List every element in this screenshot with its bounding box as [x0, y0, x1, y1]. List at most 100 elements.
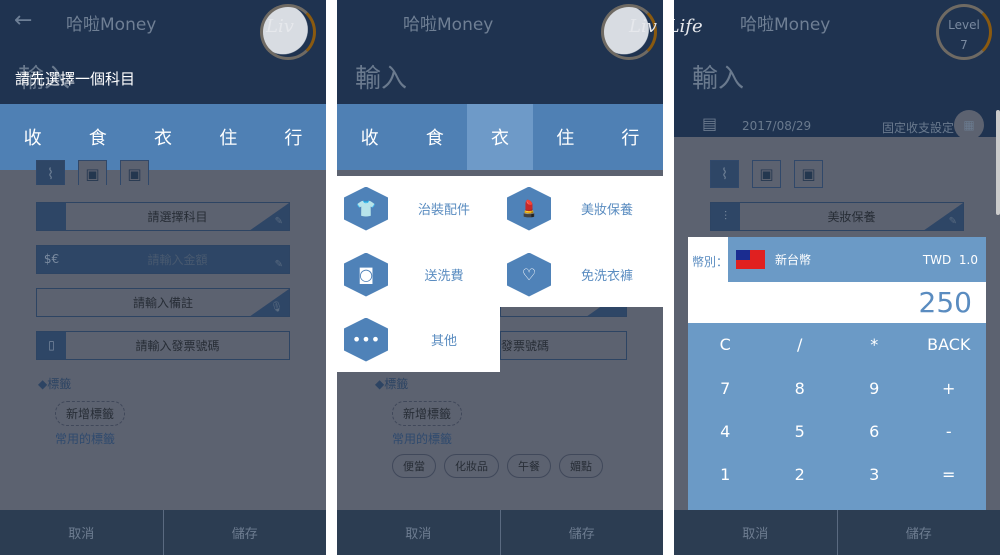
key-button[interactable]: 1 — [688, 453, 763, 496]
arrow-left-icon[interactable]: ← — [14, 8, 32, 33]
key-button[interactable]: 6 — [837, 410, 912, 453]
photo-icon[interactable]: ▣ — [752, 160, 781, 188]
taiwan-flag-icon — [736, 250, 765, 269]
subcategory-label: 其他 — [430, 334, 457, 349]
photo-icon[interactable]: ▣ — [120, 160, 149, 185]
save-button[interactable]: 儲存 — [499, 510, 664, 555]
common-tags: 便當 化妝品 午餐 媚點 — [392, 454, 603, 478]
tag-chip[interactable]: 午餐 — [507, 454, 551, 478]
key-button[interactable]: BACK — [912, 323, 987, 366]
shirt-icon: 👕 — [344, 186, 388, 231]
subcategory-item[interactable]: ••• 其他 — [337, 307, 500, 372]
key-button[interactable]: 7 — [688, 366, 763, 409]
logo-text: and Life — [674, 16, 703, 37]
logo-text: Liv and Life — [629, 16, 663, 37]
receipt-icon: ▯ — [37, 332, 66, 359]
tags-label: ◆標籤 — [375, 375, 408, 392]
key-button[interactable]: 5 — [763, 410, 838, 453]
cancel-button[interactable]: 取消 — [337, 510, 500, 555]
category-tab[interactable]: 食 — [402, 104, 467, 170]
key-button[interactable]: 3 — [837, 453, 912, 496]
microphone-icon[interactable]: 🎙 — [270, 302, 283, 313]
note-field[interactable]: 請輸入備註 🎙 — [36, 288, 290, 317]
header: and Life 哈啦Money Level 7 輸入 ▤ 2017/08/29 … — [674, 0, 1000, 140]
cancel-button[interactable]: 取消 — [674, 510, 837, 555]
amount-placeholder: 請輸入金額 — [147, 253, 208, 267]
calculator-dialog: 幣別： 新台幣 TWD 1.0 250 C/*BACK789+456-123=0… — [688, 237, 986, 540]
subcategory-label: 免洗衣褲 — [580, 269, 633, 284]
currency-label: 幣別： — [692, 255, 729, 269]
key-button[interactable]: - — [912, 410, 987, 453]
tag-chip[interactable]: 媚點 — [559, 454, 603, 478]
bottom-bar: 取消 儲存 — [337, 510, 663, 555]
category-tab[interactable]: 住 — [533, 104, 598, 170]
key-button[interactable]: = — [912, 453, 987, 496]
currency-selector[interactable]: 新台幣 TWD 1.0 — [728, 237, 986, 282]
calendar-settings-icon[interactable]: ▦ — [954, 110, 984, 140]
subcategory-item[interactable]: 💄 美妝保養 — [500, 176, 663, 241]
currency-row: 幣別： 新台幣 TWD 1.0 — [688, 237, 986, 282]
photo-icon[interactable]: ▣ — [794, 160, 823, 188]
tag-icon: ◆ — [38, 377, 48, 391]
bottom-bar: 取消 儲存 — [674, 510, 1000, 555]
category-bar: 收 食 衣 住 行 — [337, 104, 663, 170]
photo-icon[interactable]: ▣ — [78, 160, 107, 185]
category-tab[interactable]: 住 — [196, 104, 261, 170]
cancel-button[interactable]: 取消 — [0, 510, 163, 555]
toast-message: 請先選擇一個科目 — [15, 70, 136, 88]
key-button[interactable]: * — [837, 323, 912, 366]
amount-display: 250 — [918, 286, 972, 319]
screen-subcategory-picker: 哈啦Money Liv and Life 輸入 收 食 衣 住 行 發票號碼 👕… — [337, 0, 663, 555]
new-tag-input[interactable]: 新增標籤 — [392, 401, 463, 426]
common-tags-label: 常用的標籤 — [392, 432, 453, 446]
tag-icon: ◆ — [375, 377, 385, 391]
currency-name: 新台幣 — [775, 253, 812, 267]
subcategory-item[interactable]: ◙ 送洗費 — [337, 242, 500, 307]
category-tab[interactable]: 行 — [261, 104, 326, 170]
page-title: 輸入 — [692, 64, 745, 94]
calendar-icon[interactable]: ▤ — [702, 114, 717, 133]
tags-label-text: 標籤 — [47, 377, 72, 391]
key-button[interactable]: 4 — [688, 410, 763, 453]
level-badge[interactable]: Level 7 — [936, 4, 992, 60]
paperclip-icon[interactable]: ⌇ — [36, 160, 65, 185]
subcategory-item[interactable]: 👕 治裝配件 — [337, 176, 500, 241]
invoice-field[interactable]: ▯ 請輸入發票號碼 — [36, 331, 290, 360]
common-tags-label: 常用的標籤 — [55, 432, 116, 446]
subject-field[interactable]: ⫶ 美妝保養 ✎ — [710, 202, 964, 231]
tag-chip[interactable]: 便當 — [392, 454, 436, 478]
key-button[interactable]: 2 — [763, 453, 838, 496]
new-tag-input[interactable]: 新增標籤 — [55, 401, 126, 426]
invoice-placeholder: 請輸入發票號碼 — [135, 339, 220, 353]
key-button[interactable]: 8 — [763, 366, 838, 409]
category-tab[interactable]: 行 — [598, 104, 663, 170]
key-button[interactable]: C — [688, 323, 763, 366]
currency-exchange-icon: $€ — [37, 246, 66, 273]
screen-subject-required: ← 哈啦Money Liv 輸入 請先選擇一個科目 收 食 衣 住 行 ⌇ ▣ ▣ … — [0, 0, 326, 555]
save-button[interactable]: 儲存 — [162, 510, 327, 555]
save-button[interactable]: 儲存 — [836, 510, 1000, 555]
subcategory-label: 美妝保養 — [580, 203, 633, 218]
tag-chip[interactable]: 化妝品 — [444, 454, 499, 478]
cosmetics-icon: ⫶ — [711, 203, 740, 230]
date-value[interactable]: 2017/08/29 — [742, 119, 811, 133]
invoice-field[interactable]: 發票號碼 — [500, 331, 627, 360]
key-button[interactable]: + — [912, 366, 987, 409]
paperclip-icon[interactable]: ⌇ — [710, 160, 739, 188]
recurring-setting-link[interactable]: 固定收支設定 — [882, 119, 954, 136]
more-icon: ••• — [344, 317, 388, 362]
bottom-bar: 取消 儲存 — [0, 510, 326, 555]
subcategory-item[interactable]: ♡ 免洗衣褲 — [500, 242, 663, 307]
edit-icon: ✎ — [948, 216, 957, 227]
category-tab-selected[interactable]: 衣 — [467, 104, 533, 170]
underwear-icon: ♡ — [507, 252, 551, 297]
app-title: 哈啦Money — [403, 15, 494, 35]
category-tab[interactable]: 收 — [337, 104, 402, 170]
edit-icon: ✎ — [274, 259, 283, 270]
amount-field[interactable]: $€ 請輸入金額 ✎ — [36, 245, 290, 274]
app-title: 哈啦Money — [66, 15, 157, 35]
key-button[interactable]: / — [763, 323, 838, 366]
key-button[interactable]: 9 — [837, 366, 912, 409]
subject-field[interactable]: 請選擇科目 ✎ — [36, 202, 290, 231]
scrollbar[interactable] — [996, 110, 1000, 215]
